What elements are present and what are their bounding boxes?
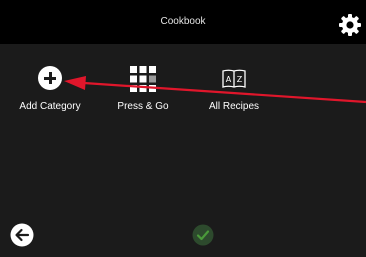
svg-text:A: A <box>226 75 232 84</box>
plus-circle-icon <box>38 66 62 90</box>
gear-icon <box>339 14 361 36</box>
page-title: Cookbook <box>160 16 206 27</box>
checkmark-icon <box>192 224 214 246</box>
back-button[interactable] <box>10 223 34 247</box>
all-recipes-tile[interactable]: A Z All Recipes <box>184 60 284 116</box>
svg-text:Z: Z <box>237 75 243 84</box>
cookbook-screen: Cookbook Add Category Press & Go A Z All… <box>0 0 366 257</box>
header-bar: Cookbook <box>0 0 366 44</box>
press-and-go-tile[interactable]: Press & Go <box>93 60 193 116</box>
a-z-book-icon: A Z <box>222 69 246 88</box>
press-and-go-label: Press & Go <box>117 101 169 112</box>
arrow-left-icon <box>10 223 34 247</box>
all-recipes-label: All Recipes <box>208 101 260 112</box>
settings-button[interactable] <box>338 13 362 37</box>
grid-icon <box>130 66 156 92</box>
confirm-button[interactable] <box>192 224 214 246</box>
add-category-label: Add Category <box>19 101 81 112</box>
